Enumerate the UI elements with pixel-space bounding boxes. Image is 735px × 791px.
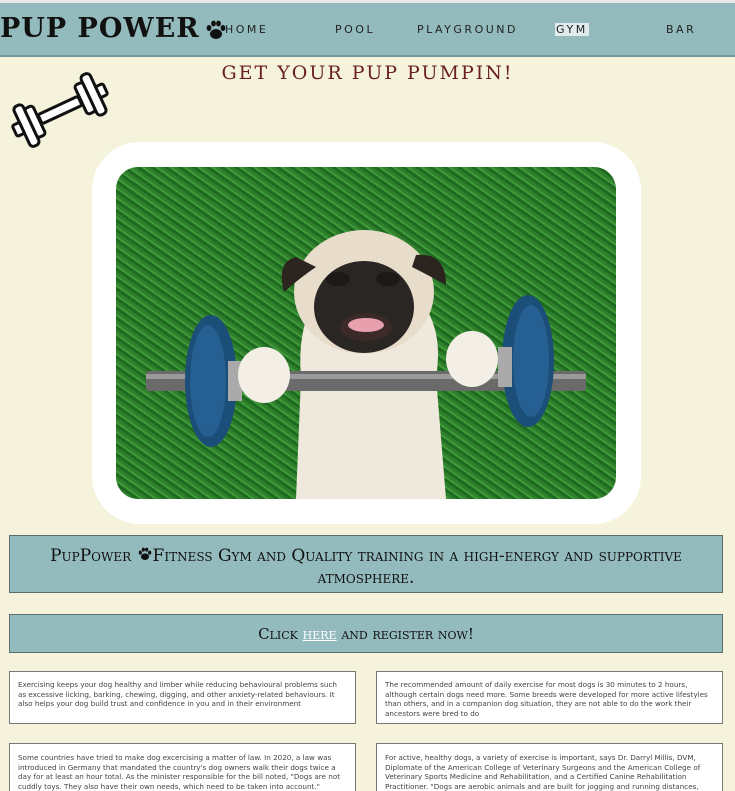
nav-link-playground[interactable]: PLAYGROUND [417, 23, 518, 36]
register-pre: Click [258, 625, 298, 643]
pug-illustration [146, 230, 586, 499]
register-banner: Click here and register now! [9, 614, 723, 653]
register-post: and register now! [341, 625, 474, 643]
dumbbell-icon [11, 72, 109, 148]
tagline-banner: PupPower Fitness Gym and Quality trainin… [9, 535, 723, 593]
tagline-text: Fitness Gym and Quality training in a hi… [152, 546, 682, 588]
register-link[interactable]: here [303, 625, 337, 643]
nav-link-bar[interactable]: BAR [666, 23, 696, 36]
nav-link-pool[interactable]: POOL [335, 23, 375, 36]
brand-name: PUP POWER [0, 13, 200, 44]
nav-link-home[interactable]: HOME [225, 23, 268, 36]
pug-barbell-photo [116, 167, 616, 499]
top-nav: PUP POWER HOME POOL PLAYGROUND GYM BAR [0, 0, 735, 57]
paw-icon [138, 547, 151, 560]
info-card: Exercising keeps your dog healthy and li… [9, 671, 356, 724]
brand-logo[interactable]: PUP POWER [0, 13, 228, 44]
info-card: The recommended amount of daily exercise… [376, 671, 723, 724]
nav-link-gym[interactable]: GYM [555, 23, 589, 36]
info-card: Some countries have tried to make dog ex… [9, 743, 356, 791]
tagline-brand: PupPower [50, 546, 132, 566]
info-card: For active, healthy dogs, a variety of e… [376, 743, 723, 791]
